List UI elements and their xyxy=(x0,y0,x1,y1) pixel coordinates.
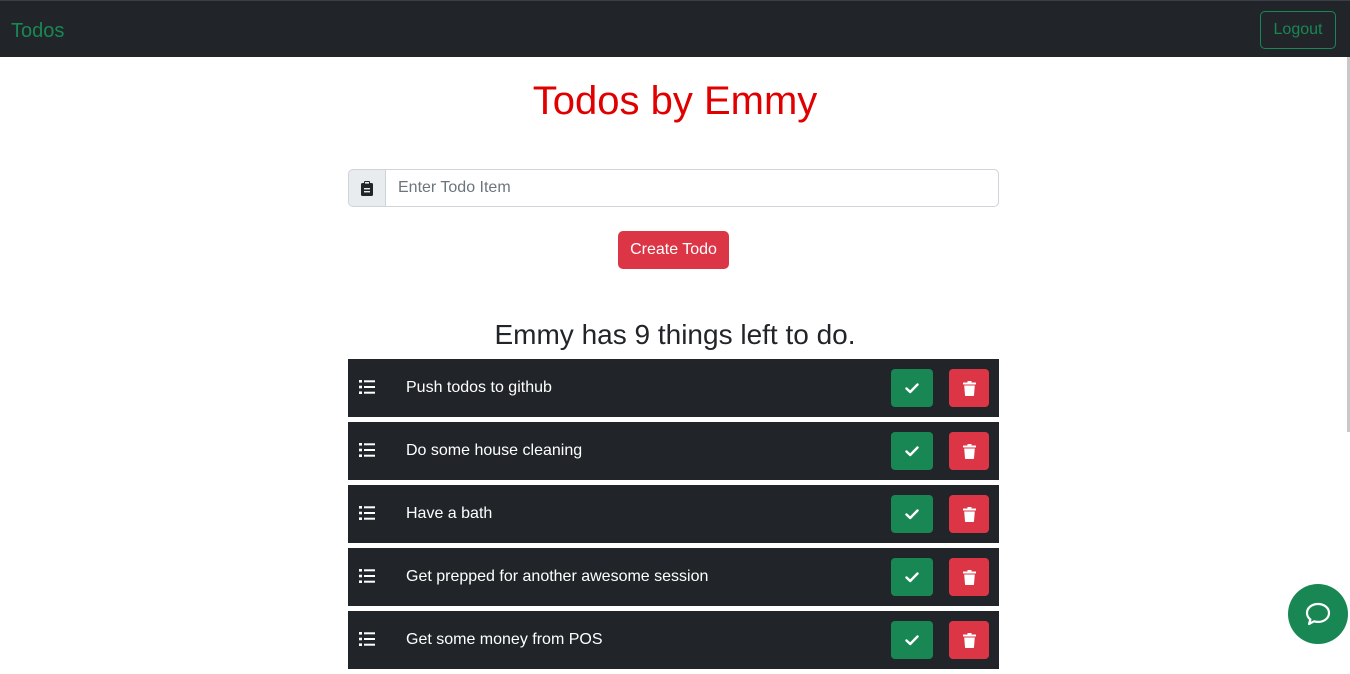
todo-list: Push todos to github Do some house cleani… xyxy=(348,359,999,674)
list-icon xyxy=(359,380,375,394)
delete-todo-button[interactable] xyxy=(949,558,989,596)
list-icon xyxy=(359,569,375,583)
todo-item: Get prepped for another awesome session xyxy=(348,548,999,606)
page-title: Todos by Emmy xyxy=(532,79,818,123)
trash-icon xyxy=(962,569,976,585)
complete-todo-button[interactable] xyxy=(891,621,933,659)
delete-todo-button[interactable] xyxy=(949,495,989,533)
todo-item: Push todos to github xyxy=(348,359,999,417)
create-todo-button[interactable]: Create Todo xyxy=(618,231,729,269)
todo-item: Get some money from POS xyxy=(348,611,999,669)
todo-text: Get some money from POS xyxy=(406,631,603,648)
check-icon xyxy=(905,571,919,582)
list-icon xyxy=(359,443,375,457)
todo-input-group xyxy=(348,169,999,207)
todo-text: Do some house cleaning xyxy=(406,442,583,459)
trash-icon xyxy=(962,506,976,522)
check-icon xyxy=(905,382,919,393)
todo-item: Have a bath xyxy=(348,485,999,543)
delete-todo-button[interactable] xyxy=(949,432,989,470)
todo-item: Do some house cleaning xyxy=(348,422,999,480)
todos-left-summary: Emmy has 9 things left to do. xyxy=(494,319,856,350)
complete-todo-button[interactable] xyxy=(891,558,933,596)
todo-text: Push todos to github xyxy=(406,379,552,396)
todo-text: Get prepped for another awesome session xyxy=(406,568,709,585)
todo-input[interactable] xyxy=(386,169,999,207)
check-icon xyxy=(905,508,919,519)
chat-bubble-icon xyxy=(1305,602,1331,626)
clipboard-icon xyxy=(348,169,386,207)
trash-icon xyxy=(962,443,976,459)
delete-todo-button[interactable] xyxy=(949,369,989,407)
complete-todo-button[interactable] xyxy=(891,369,933,407)
navbar-brand[interactable]: Todos xyxy=(11,20,64,42)
list-icon xyxy=(359,506,375,520)
navbar: Todos Logout xyxy=(0,0,1350,57)
check-icon xyxy=(905,445,919,456)
complete-todo-button[interactable] xyxy=(891,495,933,533)
chat-button[interactable] xyxy=(1288,584,1348,644)
trash-icon xyxy=(962,632,976,648)
delete-todo-button[interactable] xyxy=(949,621,989,659)
trash-icon xyxy=(962,380,976,396)
complete-todo-button[interactable] xyxy=(891,432,933,470)
todo-text: Have a bath xyxy=(406,505,493,522)
logout-button[interactable]: Logout xyxy=(1260,11,1336,49)
